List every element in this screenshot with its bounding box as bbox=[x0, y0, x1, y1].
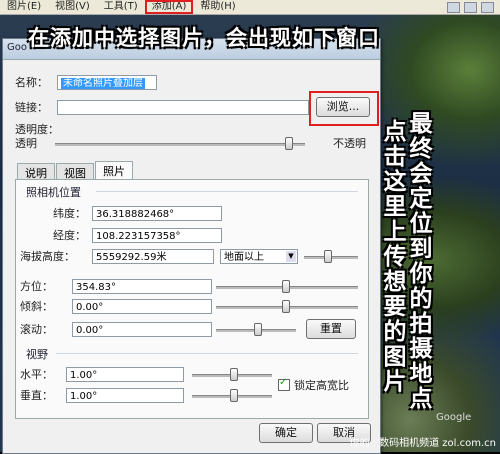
altitude-mode-select[interactable]: 地面以上 ▼ bbox=[220, 248, 298, 264]
instruction-caption: 在添加中选择图片，会出现如下窗口 bbox=[28, 26, 380, 50]
altitude-label: 海拔高度： bbox=[20, 250, 75, 263]
dialog-title: Goo bbox=[7, 42, 27, 53]
heading-row: 方位： 354.83° bbox=[20, 278, 212, 294]
opaque-label: 不透明 bbox=[333, 137, 366, 150]
instruction-vertical-right: 最终会定位到你的拍摄地点 bbox=[409, 111, 433, 412]
photo-overlay-dialog: Goo 名称： 未命名照片叠加层 链接： 浏览... 透明度： 透明 不透明 说… bbox=[2, 38, 381, 454]
menu-tools[interactable]: 工具(T) bbox=[97, 0, 145, 14]
lock-aspect-label: 锁定高宽比 bbox=[294, 379, 349, 392]
altitude-slider-thumb[interactable] bbox=[324, 250, 332, 263]
lat-input[interactable]: 36.318882468° bbox=[92, 205, 222, 221]
transparent-label: 透明 bbox=[15, 137, 37, 150]
menu-bar: 图片(E) 视图(V) 工具(T) 添加(A) 帮助(H) bbox=[0, 0, 500, 15]
heading-label: 方位： bbox=[20, 280, 53, 293]
vertical-fov-row: 垂直： 1.00° bbox=[20, 387, 184, 403]
horizontal-fov-label: 水平： bbox=[20, 368, 53, 381]
roll-input[interactable]: 0.00° bbox=[72, 321, 212, 337]
heading-input[interactable]: 354.83° bbox=[72, 278, 212, 294]
opacity-slider-track[interactable] bbox=[55, 143, 305, 146]
altitude-row: 海拔高度： 5559292.59米 地面以上 ▼ bbox=[20, 248, 298, 264]
name-input[interactable]: 未命名照片叠加层 bbox=[57, 74, 157, 90]
link-input[interactable] bbox=[57, 99, 309, 115]
altitude-mode-value: 地面以上 bbox=[224, 251, 264, 263]
camera-group-title: 照相机位置 bbox=[26, 186, 81, 199]
menu-help[interactable]: 帮助(H) bbox=[193, 0, 242, 14]
instruction-vertical-left: 点击这里上传想要的图片 bbox=[383, 119, 407, 395]
horizontal-fov-slider-thumb[interactable] bbox=[230, 368, 238, 381]
toolbar-buttons bbox=[447, 1, 500, 13]
vertical-fov-label: 垂直： bbox=[20, 389, 53, 402]
tilt-label: 倾斜： bbox=[20, 300, 53, 313]
google-logo-text: Google bbox=[436, 412, 472, 423]
menu-view[interactable]: 视图(V) bbox=[48, 0, 97, 14]
menu-image[interactable]: 图片(E) bbox=[0, 0, 48, 14]
lat-label: 纬度： bbox=[53, 207, 86, 220]
lon-row: 经度： 108.223157358° bbox=[24, 227, 222, 243]
toolbar-icon[interactable] bbox=[447, 1, 460, 13]
lon-label: 经度： bbox=[53, 229, 86, 242]
opacity-slider-thumb[interactable] bbox=[284, 137, 293, 150]
name-row: 名称： 未命名照片叠加层 bbox=[15, 74, 157, 90]
ok-button[interactable]: 确定 bbox=[259, 423, 313, 443]
chevron-down-icon: ▼ bbox=[286, 250, 296, 262]
link-label: 链接： bbox=[15, 101, 48, 114]
tilt-slider-thumb[interactable] bbox=[282, 300, 290, 313]
view-group-divider bbox=[56, 353, 358, 354]
camera-group-divider bbox=[96, 191, 358, 192]
name-value: 未命名照片叠加层 bbox=[61, 77, 145, 89]
horizontal-fov-row: 水平： 1.00° bbox=[20, 366, 184, 382]
photo-tab-panel: 照相机位置 纬度： 36.318882468° 经度： 108.22315735… bbox=[15, 179, 369, 419]
roll-slider-thumb[interactable] bbox=[254, 323, 262, 336]
browse-highlight-box bbox=[309, 91, 379, 126]
vertical-fov-input[interactable]: 1.00° bbox=[66, 387, 184, 403]
menu-add[interactable]: 添加(A) bbox=[144, 0, 194, 14]
roll-label: 滚动： bbox=[20, 323, 53, 336]
horizontal-fov-input[interactable]: 1.00° bbox=[66, 366, 184, 382]
lon-input[interactable]: 108.223157358° bbox=[92, 227, 222, 243]
roll-row: 滚动： 0.00° bbox=[20, 321, 212, 337]
lat-row: 纬度： 36.318882468° bbox=[24, 205, 222, 221]
altitude-input[interactable]: 5559292.59米 bbox=[92, 248, 214, 264]
heading-slider-thumb[interactable] bbox=[282, 280, 290, 293]
link-row: 链接： bbox=[15, 99, 309, 115]
tilt-row: 倾斜： 0.00° bbox=[20, 298, 212, 314]
vertical-fov-slider-thumb[interactable] bbox=[230, 389, 238, 402]
lock-aspect-checkbox[interactable] bbox=[278, 377, 290, 391]
lock-aspect-row: 锁定高宽比 bbox=[278, 377, 349, 393]
name-label: 名称： bbox=[15, 76, 48, 89]
tilt-input[interactable]: 0.00° bbox=[72, 298, 212, 314]
toolbar-icon[interactable] bbox=[464, 1, 477, 13]
watermark: 你的 · 数码相机频道 zol.com.cn bbox=[349, 438, 496, 449]
toolbar-icon[interactable] bbox=[481, 1, 494, 13]
reset-button[interactable]: 重置 bbox=[306, 319, 356, 339]
view-group-title: 视野 bbox=[26, 348, 48, 361]
